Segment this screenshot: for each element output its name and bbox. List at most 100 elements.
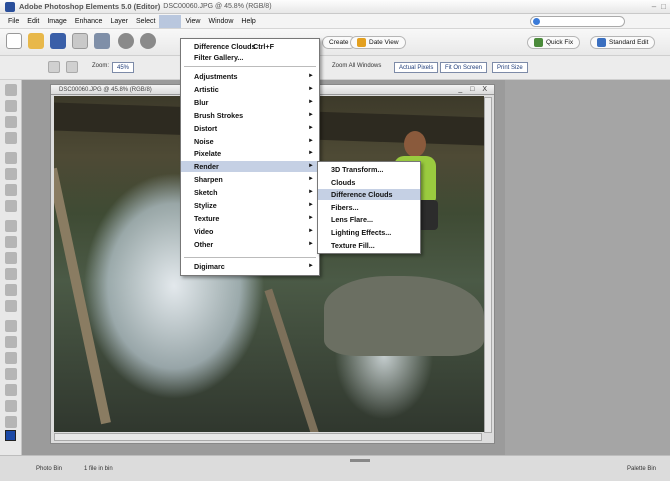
zoom-value-field[interactable]: 45% (112, 62, 135, 73)
shortcuts-bar: Create Date View Quick Fix Standard Edit (0, 29, 670, 56)
document-window-controls[interactable]: _ □ X (458, 85, 490, 95)
brush-icon[interactable] (5, 336, 17, 348)
move-icon[interactable] (5, 84, 17, 96)
menu-item-label: Other (194, 239, 214, 249)
gradient-icon[interactable] (5, 368, 17, 380)
clone-stamp-icon[interactable] (5, 300, 17, 312)
blur-icon[interactable] (5, 400, 17, 412)
menu-window[interactable]: Window (204, 15, 237, 28)
marquee-icon[interactable] (5, 152, 17, 164)
help-search-input[interactable] (530, 16, 625, 27)
date-view-button[interactable]: Date View (350, 36, 406, 49)
bin-resize-handle[interactable] (350, 459, 370, 462)
cookie-cutter-icon[interactable] (5, 252, 17, 264)
menu-item-sketch[interactable]: Sketch ► (181, 187, 319, 198)
zoom-all-windows-checkbox[interactable]: Zoom All Windows (332, 63, 381, 69)
submenu-arrow-icon: ► (308, 163, 314, 170)
photo-bin-toggle[interactable]: Photo Bin (36, 466, 62, 472)
menu-item-blur[interactable]: Blur ► (181, 97, 319, 108)
menu-file[interactable]: File (4, 15, 23, 28)
redo-icon[interactable] (140, 33, 156, 49)
menu-item-video[interactable]: Video ► (181, 226, 319, 237)
zoom-out-icon[interactable] (66, 61, 78, 73)
render-item-texture-fill[interactable]: Texture Fill... (318, 240, 420, 251)
render-item-lighting-effects[interactable]: Lighting Effects... (318, 227, 420, 238)
menu-edit[interactable]: Edit (23, 15, 43, 28)
hand-icon[interactable] (5, 116, 17, 128)
print-size-button[interactable]: Print Size (492, 62, 528, 73)
menu-item-distort[interactable]: Distort ► (181, 123, 319, 134)
new-icon[interactable] (6, 33, 22, 49)
app-title: Adobe Photoshop Elements 5.0 (Editor) (19, 2, 161, 11)
magic-wand-icon[interactable] (5, 184, 17, 196)
menu-layer[interactable]: Layer (106, 15, 132, 28)
document-window-title: DSC00060.JPG @ 45.8% (RGB/8) (59, 87, 152, 93)
zoom-icon[interactable] (5, 100, 17, 112)
paint-bucket-icon[interactable] (5, 352, 17, 364)
submenu-arrow-icon: ► (308, 240, 314, 247)
submenu-arrow-icon: ► (308, 176, 314, 183)
render-item-lens-flare[interactable]: Lens Flare... (318, 214, 420, 225)
render-item-difference-clouds[interactable]: Difference Clouds (318, 189, 420, 201)
quick-fix-button[interactable]: Quick Fix (527, 36, 581, 49)
palette-bin-toggle[interactable]: Palette Bin (627, 466, 656, 472)
menu-view[interactable]: View (181, 15, 204, 28)
red-eye-icon[interactable] (5, 268, 17, 280)
menu-help[interactable]: Help (237, 15, 259, 28)
selection-brush-icon[interactable] (5, 200, 17, 212)
menu-item-stylize[interactable]: Stylize ► (181, 200, 319, 211)
quick-fix-icon (534, 38, 543, 47)
app-logo-icon (5, 1, 15, 12)
eraser-icon[interactable] (5, 320, 17, 332)
menu-select[interactable]: Select (132, 15, 159, 28)
render-item-fibers[interactable]: Fibers... (318, 202, 420, 213)
print-preview-icon[interactable] (94, 33, 110, 49)
status-bar: Photo Bin 1 file in bin Palette Bin (0, 455, 670, 481)
shape-icon[interactable] (5, 384, 17, 396)
undo-icon[interactable] (118, 33, 134, 49)
photo-branch (54, 167, 111, 425)
file-count: 1 file in bin (84, 466, 113, 472)
menu-filter[interactable]: Filter (159, 14, 182, 28)
menu-item-render[interactable]: Render ► (181, 161, 319, 173)
menu-item-filter-gallery[interactable]: Filter Gallery... (181, 52, 319, 63)
menu-item-artistic[interactable]: Artistic ► (181, 84, 319, 95)
menu-enhance[interactable]: Enhance (71, 15, 107, 28)
save-icon[interactable] (50, 33, 66, 49)
print-icon[interactable] (72, 33, 88, 49)
healing-brush-icon[interactable] (5, 284, 17, 296)
menu-item-sharpen[interactable]: Sharpen ► (181, 174, 319, 185)
menu-item-label: Sketch (194, 188, 218, 198)
vertical-scrollbar[interactable] (484, 97, 492, 433)
eyedropper-icon[interactable] (5, 132, 17, 144)
crop-icon[interactable] (5, 236, 17, 248)
menu-item-last-filter[interactable]: Difference Clouds Ctrl+F (181, 41, 319, 52)
menu-item-texture[interactable]: Texture ► (181, 213, 319, 224)
standard-edit-label: Standard Edit (609, 39, 649, 46)
menu-item-brush-strokes[interactable]: Brush Strokes ► (181, 110, 319, 121)
lasso-icon[interactable] (5, 168, 17, 180)
render-item-3d-transform[interactable]: 3D Transform... (318, 164, 420, 175)
calendar-icon (357, 38, 366, 47)
fit-on-screen-button[interactable]: Fit On Screen (440, 62, 488, 73)
digimarc-label: Digimarc (194, 262, 225, 271)
foreground-color-swatch[interactable] (5, 430, 16, 441)
menu-item-digimarc[interactable]: Digimarc ► (181, 261, 319, 272)
standard-edit-button[interactable]: Standard Edit (590, 36, 656, 49)
maximize-icon[interactable]: □ (661, 2, 666, 11)
render-item-clouds[interactable]: Clouds (318, 177, 420, 188)
submenu-arrow-icon: ► (308, 227, 314, 234)
sponge-icon[interactable] (5, 416, 17, 428)
zoom-in-icon[interactable] (48, 61, 60, 73)
minimize-icon[interactable]: – (652, 2, 656, 11)
menu-item-pixelate[interactable]: Pixelate ► (181, 148, 319, 159)
text-icon[interactable] (5, 220, 17, 232)
actual-pixels-button[interactable]: Actual Pixels (394, 62, 439, 73)
submenu-arrow-icon: ► (308, 150, 314, 157)
horizontal-scrollbar[interactable] (54, 433, 482, 441)
menu-item-adjustments[interactable]: Adjustments ► (181, 71, 319, 82)
menu-item-noise[interactable]: Noise ► (181, 136, 319, 147)
menu-image[interactable]: Image (43, 15, 70, 28)
open-icon[interactable] (28, 33, 44, 49)
menu-item-other[interactable]: Other ► (181, 239, 319, 250)
